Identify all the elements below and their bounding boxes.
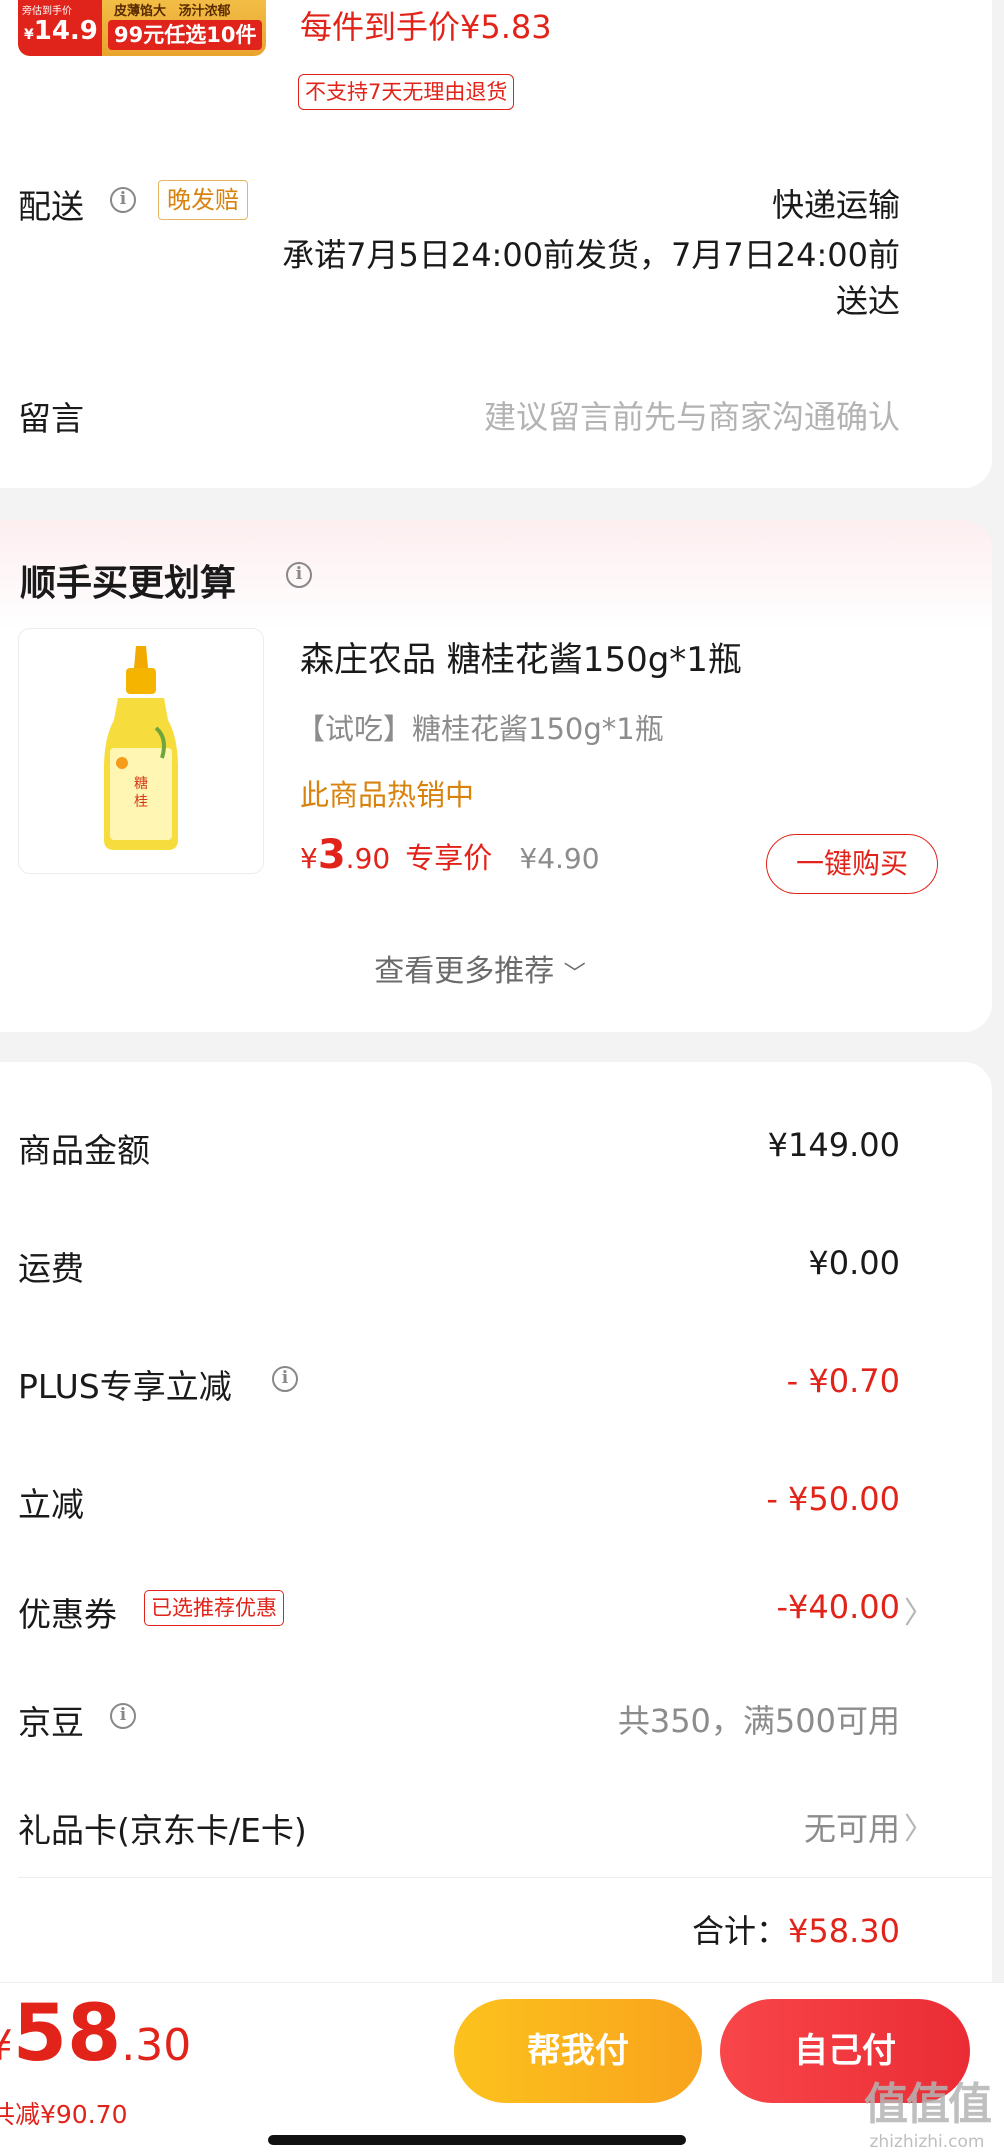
delivery-label: 配送 [18, 187, 84, 226]
price-decimal: .30 [121, 2020, 192, 2071]
coupon-value[interactable]: -¥40.00 [776, 1588, 900, 1626]
original-price: ¥4.90 [519, 842, 600, 875]
coupon-badge: 已选推荐优惠 [144, 1590, 284, 1626]
addon-title: 顺手买更划算 [20, 563, 237, 604]
total-saved: 共减¥90.70 [0, 2100, 128, 2129]
summary-value: ¥0.00 [808, 1244, 900, 1282]
thumb-tags: 皮薄馅大 汤汁浓郁 [114, 4, 231, 19]
coupon-label[interactable]: 优惠券 [18, 1588, 117, 1636]
addon-card: 顺手买更划算 i 糖 桂 森庄农品 糖桂花酱150g*1瓶 【试吃】糖桂花酱15… [0, 520, 992, 1032]
price-integer: 3 [317, 832, 346, 878]
total-value: ¥58.30 [788, 1912, 900, 1950]
chevron-right-icon[interactable]: 〉 [904, 1804, 934, 1848]
chevron-right-icon[interactable]: 〉 [904, 1588, 934, 1632]
chevron-down-icon: ﹀ [563, 962, 586, 987]
price-symbol: ¥ [0, 2021, 13, 2070]
price-summary-card: 商品金额 ¥149.00 运费 ¥0.00 PLUS专享立减 i - ¥0.70… [0, 1062, 992, 2082]
pay-amount: ¥58.30 [0, 1989, 191, 2079]
delivery-method[interactable]: 快递运输 [772, 180, 900, 226]
view-more-recommendations[interactable]: 查看更多推荐 ﹀ [0, 946, 960, 990]
price-decimal: .90 [345, 842, 391, 875]
divider [18, 1877, 992, 1878]
order-total: 合计：¥58.30 [692, 1906, 900, 1952]
addon-price: ¥3.90 专享价 ¥4.90 [300, 832, 600, 878]
info-icon[interactable]: i [110, 187, 136, 213]
one-click-buy-button[interactable]: 一键购买 [766, 834, 938, 894]
hot-selling-label: 此商品热销中 [300, 778, 475, 812]
honey-bottle-icon: 糖 桂 [104, 646, 178, 850]
late-delivery-badge[interactable]: 晚发赔 [158, 180, 248, 220]
svg-text:桂: 桂 [134, 794, 148, 810]
message-input[interactable]: 建议留言前先与商家沟通确认 [484, 392, 900, 438]
price-integer: 58 [12, 1989, 122, 2079]
message-label: 留言 [18, 399, 84, 438]
addon-product-image[interactable]: 糖 桂 [18, 628, 264, 874]
gift-card-value[interactable]: 无可用 [804, 1804, 900, 1850]
svg-text:糖: 糖 [134, 776, 148, 792]
summary-label: 商品金额 [18, 1131, 150, 1170]
exclusive-price-tag: 专享价 [405, 841, 493, 875]
summary-value: - ¥0.70 [786, 1362, 900, 1400]
addon-product-name[interactable]: 森庄农品 糖桂花酱150g*1瓶 [300, 632, 742, 681]
thumb-price-badge: 旁估到手价 ¥14.9 [18, 0, 102, 56]
price-symbol: ¥ [300, 842, 318, 875]
watermark-logo: 值值值 zhizhizhi.com [864, 2079, 992, 2152]
summary-value: ¥149.00 [767, 1126, 900, 1164]
info-icon[interactable]: i [286, 562, 312, 588]
summary-label: PLUS专享立减 [18, 1367, 232, 1406]
return-policy-tag: 不支持7天无理由退货 [298, 74, 515, 110]
summary-label: 运费 [18, 1249, 84, 1288]
summary-value: 共350，满500可用 [617, 1702, 900, 1740]
product-thumbnail[interactable]: 旁估到手价 ¥14.9 皮薄馅大 汤汁浓郁 99元任选10件 [18, 0, 266, 56]
order-item-card: 旁估到手价 ¥14.9 皮薄馅大 汤汁浓郁 99元任选10件 每件到手价¥5.8… [0, 0, 992, 488]
help-me-pay-button[interactable]: 帮我付 [454, 1999, 702, 2103]
summary-value: - ¥50.00 [766, 1480, 900, 1518]
info-icon[interactable]: i [272, 1366, 298, 1392]
addon-product-subtitle: 【试吃】糖桂花酱150g*1瓶 [296, 712, 664, 746]
unit-price: 每件到手价¥5.83 [300, 8, 552, 46]
thumb-promo: 99元任选10件 [108, 20, 263, 50]
summary-label: 京豆 [18, 1703, 84, 1742]
gift-card-label[interactable]: 礼品卡(京东卡/E卡) [18, 1804, 307, 1852]
thumb-price-symbol: ¥ [24, 27, 34, 43]
summary-label: 立减 [18, 1485, 84, 1524]
delivery-promise: 承诺7月5日24:00前发货，7月7日24:00前送达 [282, 236, 900, 320]
thumb-price: 14.9 [33, 16, 98, 46]
info-icon[interactable]: i [110, 1703, 136, 1729]
total-label: 合计： [692, 1912, 789, 1950]
home-indicator [268, 2135, 686, 2145]
